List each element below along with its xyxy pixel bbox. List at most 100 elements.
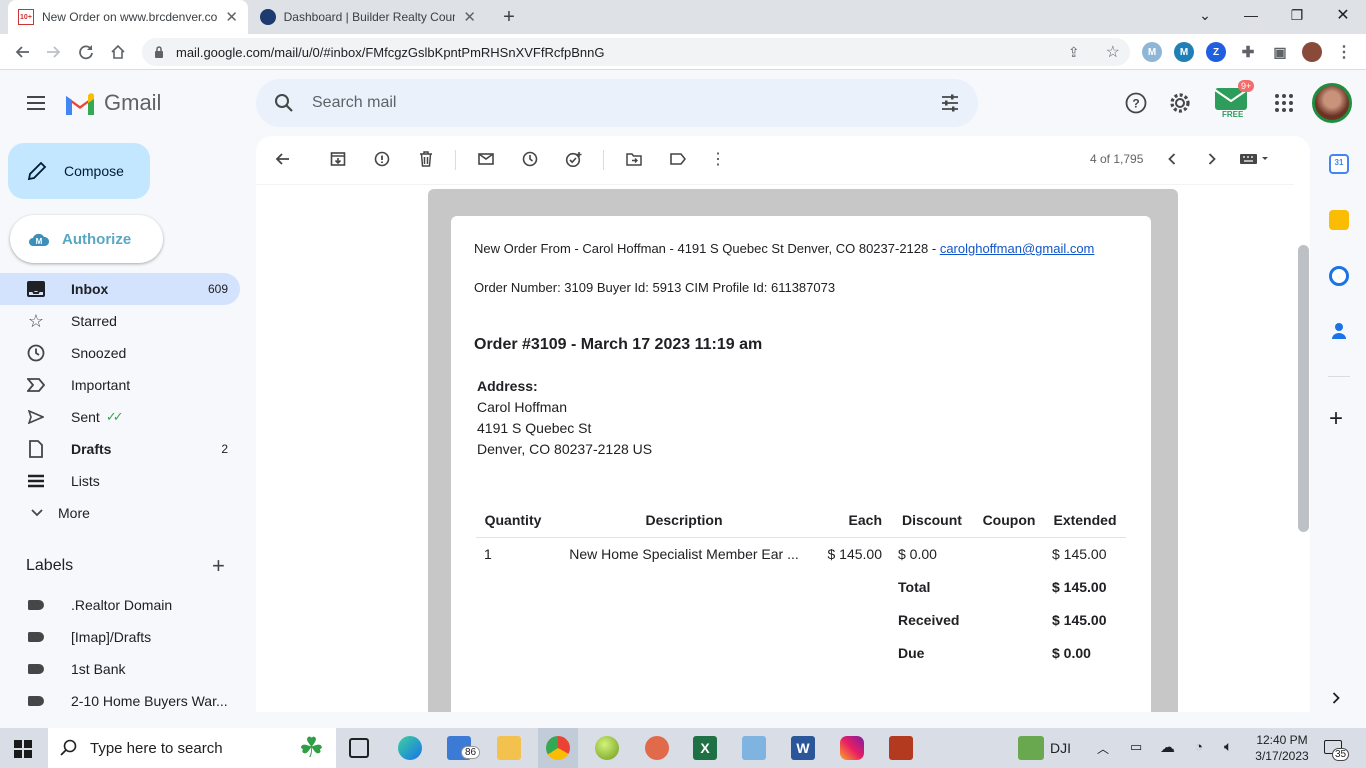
dji-app-icon[interactable] <box>1018 736 1044 760</box>
message-scrollbar[interactable] <box>1298 245 1309 532</box>
taskbar-search-input[interactable]: Type here to search <box>90 740 223 757</box>
home-icon[interactable] <box>105 39 131 65</box>
older-chevron-right-icon[interactable] <box>1197 149 1227 169</box>
search-bar[interactable]: Search mail <box>256 79 978 127</box>
add-to-tasks-icon[interactable] <box>559 149 589 169</box>
browser-tab-new-order[interactable]: 10+ New Order on www.brcdenver.com ✕ <box>8 0 248 34</box>
snooze-clock-icon[interactable] <box>515 149 545 169</box>
extension-z-icon[interactable]: Z <box>1206 42 1226 62</box>
bookmark-star-icon[interactable]: ☆ <box>1106 42 1120 62</box>
extensions-puzzle-icon[interactable]: ✚ <box>1238 42 1258 62</box>
customer-email-link[interactable]: carolghoffman@gmail.com <box>940 241 1095 256</box>
authorize-button[interactable]: M Authorize <box>10 215 163 263</box>
archive-icon[interactable] <box>323 149 353 169</box>
sidebar-item-inbox[interactable]: Inbox 609 <box>0 273 240 305</box>
sidebar-item-lists[interactable]: Lists <box>0 465 240 497</box>
report-spam-icon[interactable] <box>367 149 397 169</box>
address-bar[interactable]: mail.google.com/mail/u/0/#inbox/FMfcgzGs… <box>142 38 1130 66</box>
compose-button[interactable]: Compose <box>8 143 150 199</box>
move-to-folder-icon[interactable] <box>619 149 649 169</box>
label-item[interactable]: 1st Bank <box>0 653 240 685</box>
shamrock-icon: ☘ <box>298 732 324 763</box>
mark-unread-icon[interactable] <box>471 149 501 169</box>
close-window-icon[interactable]: ✕ <box>1320 0 1366 30</box>
task-view-icon[interactable] <box>349 738 369 758</box>
sidebar-item-starred[interactable]: ☆ Starred <box>0 305 240 337</box>
wifi-icon[interactable]: ◔ <box>1195 739 1203 754</box>
gmail-checker-extension[interactable]: 9+ FREE <box>1214 80 1255 120</box>
more-actions-icon[interactable]: ⋮ <box>703 149 733 169</box>
sidebar-item-more[interactable]: More <box>0 497 240 529</box>
sidebar-item-sent[interactable]: Sent ✓✓ <box>0 401 240 433</box>
extension-m-icon[interactable]: M <box>1174 42 1194 62</box>
chrome-icon[interactable] <box>546 736 570 760</box>
new-tab-icon[interactable]: + <box>498 6 520 28</box>
contacts-icon[interactable] <box>1331 322 1347 340</box>
label-item[interactable]: [Imap]/Drafts <box>0 621 240 653</box>
profile-avatar[interactable] <box>1302 42 1322 62</box>
gmail-logo[interactable]: Gmail <box>64 90 161 116</box>
chrome-menu-icon[interactable]: ⋮ <box>1334 42 1354 62</box>
settings-gear-icon[interactable] <box>1160 83 1200 123</box>
google-apps-icon[interactable] <box>1264 83 1304 123</box>
main-menu-icon[interactable] <box>24 91 48 115</box>
excel-icon[interactable]: X <box>693 736 717 760</box>
sidebar-item-snoozed[interactable]: Snoozed <box>0 337 240 369</box>
delete-trash-icon[interactable] <box>411 149 441 169</box>
app-snip-icon[interactable] <box>645 736 669 760</box>
search-options-icon[interactable] <box>940 93 960 113</box>
taskbar-clock[interactable]: 12:40 PM 3/17/2023 <box>1254 732 1310 764</box>
app-window-icon[interactable] <box>742 736 766 760</box>
send-icon <box>26 407 46 427</box>
account-avatar[interactable] <box>1312 83 1352 123</box>
tasks-icon[interactable] <box>1329 266 1349 286</box>
label-item[interactable]: .Realtor Domain <box>0 589 240 621</box>
tray-device-icon[interactable]: ▭ <box>1130 739 1142 755</box>
windows-start-icon[interactable] <box>14 740 32 758</box>
file-explorer-icon[interactable] <box>497 736 521 760</box>
tab-search-chevron-icon[interactable]: ⌄ <box>1182 0 1228 30</box>
keep-icon[interactable] <box>1329 210 1349 230</box>
close-tab-icon[interactable]: ✕ <box>225 8 238 26</box>
back-icon[interactable] <box>9 39 35 65</box>
col-header-coupon: Coupon <box>974 504 1044 538</box>
onedrive-cloud-icon[interactable]: ☁ <box>1160 738 1175 756</box>
sidebar-item-label: More <box>58 505 90 521</box>
share-icon[interactable]: ⇪ <box>1068 44 1080 61</box>
restore-icon[interactable]: ❐ <box>1274 0 1320 30</box>
sidebar-item-drafts[interactable]: Drafts 2 <box>0 433 240 465</box>
calendar-icon[interactable]: 31 <box>1329 154 1349 174</box>
tray-chevron-up-icon[interactable]: ︿ <box>1097 740 1109 757</box>
app-terminal-icon[interactable] <box>889 736 913 760</box>
close-tab-icon[interactable]: ✕ <box>463 8 476 26</box>
app-orb-icon[interactable] <box>595 736 619 760</box>
volume-icon[interactable]: 🔈︎ <box>1224 738 1232 755</box>
add-label-icon[interactable]: + <box>212 555 225 577</box>
label-as-icon[interactable] <box>663 149 693 169</box>
browser-tab-dashboard[interactable]: Dashboard | Builder Realty Council ✕ <box>250 0 486 34</box>
search-icon[interactable] <box>274 93 294 113</box>
search-input[interactable]: Search mail <box>312 94 922 112</box>
label-item[interactable]: 2-10 Home Buyers War... <box>0 685 240 717</box>
tab-favicon-icon <box>260 9 276 25</box>
get-addons-icon[interactable]: + <box>1329 407 1343 431</box>
newer-chevron-left-icon[interactable] <box>1157 149 1187 169</box>
clock-icon <box>26 343 46 363</box>
expand-side-panel-chevron-icon[interactable] <box>1332 692 1340 704</box>
sidebar-item-important[interactable]: Important <box>0 369 240 401</box>
extension-icon[interactable]: M <box>1142 42 1162 62</box>
minimize-icon[interactable]: — <box>1228 0 1274 30</box>
back-to-inbox-icon[interactable] <box>267 149 297 169</box>
checker-badge: 9+ <box>1238 80 1255 92</box>
search-icon <box>60 739 77 756</box>
support-icon[interactable]: ? <box>1116 83 1156 123</box>
word-icon[interactable]: W <box>791 736 815 760</box>
input-tools-keyboard-icon[interactable] <box>1236 149 1272 169</box>
forward-icon[interactable] <box>41 39 67 65</box>
instagram-icon[interactable] <box>840 736 864 760</box>
sidebar-item-label: Lists <box>71 473 100 489</box>
reload-icon[interactable] <box>73 39 99 65</box>
edge-browser-icon[interactable] <box>398 736 422 760</box>
side-panel-icon[interactable]: ▣ <box>1270 42 1290 62</box>
taskbar-search[interactable]: Type here to search ☘ <box>48 728 336 768</box>
